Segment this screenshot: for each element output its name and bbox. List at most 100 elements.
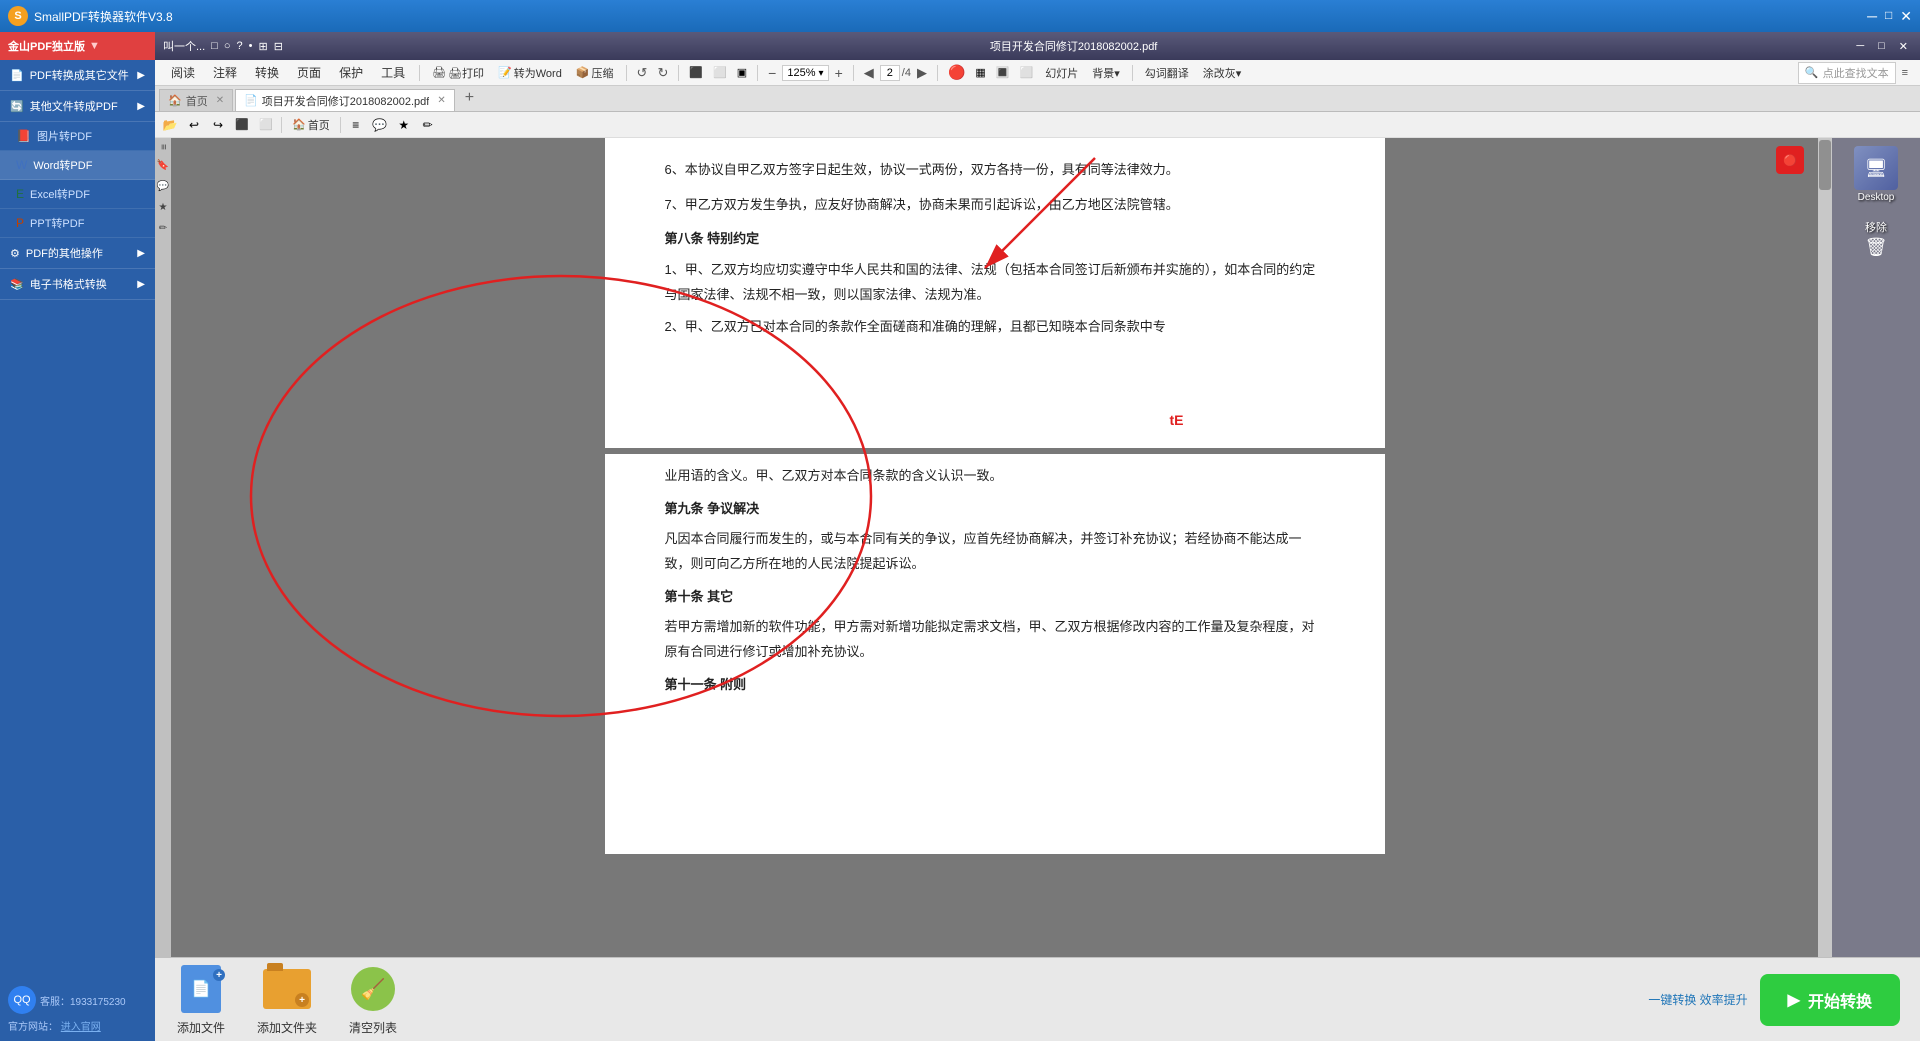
btn-list-view[interactable]: ≡ — [345, 115, 367, 135]
menu-read[interactable]: 阅读 — [163, 62, 203, 83]
tab-home[interactable]: 🏠 首页 ✕ — [159, 89, 233, 111]
btn-red-mark[interactable]: 🔴 — [944, 62, 969, 83]
sidebar-item-img-to-pdf[interactable]: 📕 图片转PDF — [0, 122, 155, 151]
sidebar-brand: 金山PDF独立版 ▼ — [0, 32, 155, 60]
sidebar-item-pdf-to-other[interactable]: 📄 PDF转换成其它文件 ▶ — [0, 60, 155, 91]
pdf-titlebar-controls: ─ □ ✕ — [1852, 40, 1912, 53]
page-total: /4 — [902, 67, 911, 79]
panel-icon-4[interactable]: ★ — [159, 202, 168, 213]
bottom-action-add-folder[interactable]: + 添加文件夹 — [257, 963, 317, 1036]
btn-grid-view[interactable]: ▦ — [971, 64, 989, 81]
sidebar-item-excel-to-pdf[interactable]: E Excel转PDF — [0, 180, 155, 209]
bottom-bar: + 📄 添加文件 + 添加文件夹 — [155, 957, 1920, 1041]
start-convert-btn[interactable]: ▶ 开始转换 — [1760, 974, 1900, 1026]
panel-icon-2[interactable]: 🔖 — [157, 160, 169, 171]
pdf-minimize-btn[interactable]: ─ — [1852, 40, 1868, 53]
btn-view-light[interactable]: ⬜ — [255, 115, 277, 135]
pdf-page-bottom: 业用语的含义。甲、乙双方对本合同条款的含义认识一致。 第九条 争议解决 凡因本合… — [605, 454, 1385, 854]
remove-area[interactable]: 移除 🗑 — [1865, 219, 1888, 258]
page-content-top: 6、本协议自甲乙双方签字日起生效，协议一式两份，双方各持一份，具有同等法律效力。… — [605, 138, 1385, 358]
pdf-pages: 6、本协议自甲乙双方签字日起生效，协议一式两份，双方各持一份，具有同等法律效力。… — [171, 138, 1818, 957]
bottom-action-add-file[interactable]: + 📄 添加文件 — [175, 963, 227, 1036]
pdf-content-wrapper: ≡ 🔖 💬 ★ ✏ 6、本协议自甲乙双方签字日起生效，协议一式两份，双方各持一份… — [155, 138, 1920, 957]
pdf-scrollbar[interactable] — [1818, 138, 1832, 957]
pdf-doc-title: 项目开发合同修订2018082002.pdf — [295, 38, 1852, 54]
menu-tools[interactable]: 工具 — [373, 62, 413, 83]
btn-undo2[interactable]: ↩ — [183, 115, 205, 135]
sidebar-item-word-to-pdf[interactable]: W Word转PDF — [0, 151, 155, 180]
btn-slideshow[interactable]: 幻灯片 — [1039, 63, 1084, 83]
panel-icon-3[interactable]: 💬 — [157, 181, 169, 192]
btn-view-dark[interactable]: ⬛ — [231, 115, 253, 135]
btn-translate[interactable]: 勾词翻译 — [1139, 63, 1195, 83]
pdf-close-btn[interactable]: ✕ — [1895, 40, 1912, 53]
red-marker-btn[interactable]: 🔴 — [1776, 146, 1804, 174]
left-sidebar: 金山PDF独立版 ▼ 📄 PDF转换成其它文件 ▶ 🔄 其他文件转成PDF ▶ … — [0, 32, 155, 1041]
page-number-input[interactable]: 2 — [880, 65, 900, 81]
sidebar-item-ppt-to-pdf[interactable]: P PPT转PDF — [0, 209, 155, 238]
tab-pdf-doc[interactable]: 📄 项目开发合同修订2018082002.pdf ✕ — [235, 89, 455, 111]
page-next-btn[interactable]: ▶ — [913, 63, 931, 83]
app-minimize-btn[interactable]: ─ — [1867, 8, 1877, 25]
menu-annotate[interactable]: 注释 — [205, 62, 245, 83]
tab-add-btn[interactable]: + — [457, 85, 482, 111]
pdf-titlebar: 叫一个... □ ○ ? • ⊞ ⊟ 项目开发合同修订2018082002.pd… — [155, 32, 1920, 60]
sidebar-item-ebook-convert[interactable]: 📚 电子书格式转换 ▶ — [0, 269, 155, 300]
bottom-action-clear-list[interactable]: 🧹 清空列表 — [347, 963, 399, 1036]
section9-title: 第九条 争议解决 — [665, 497, 1325, 522]
zoom-in-btn[interactable]: + — [831, 63, 847, 83]
tab-home-close[interactable]: ✕ — [216, 95, 224, 106]
tab-pdf-close[interactable]: ✕ — [437, 95, 445, 106]
btn-comment[interactable]: 💬 — [369, 115, 391, 135]
app-titlebar: S SmallPDF转换器软件V3.8 ─ □ ✕ — [0, 0, 1920, 32]
panel-icon-1[interactable]: ≡ — [158, 144, 169, 150]
btn-home[interactable]: 🏠 首页 — [286, 115, 336, 135]
btn-redo[interactable]: ↻ — [653, 63, 672, 83]
desktop-icon-img: 🖥 — [1854, 146, 1898, 190]
app-titlebar-controls: ─ □ ✕ — [1867, 8, 1912, 25]
section8-title: 第八条 特别约定 — [665, 227, 1325, 252]
text-annotation-te: tE — [1170, 412, 1184, 428]
section11-title: 第十一条 附则 — [665, 673, 1325, 698]
pdf-tab-bar: 🏠 首页 ✕ 📄 项目开发合同修订2018082002.pdf ✕ + — [155, 86, 1920, 112]
btn-view1[interactable]: ⬛ — [685, 64, 707, 81]
pdf-toolbar2: 📂 ↩ ↪ ⬛ ⬜ 🏠 首页 ≡ 💬 ★ ✏ — [155, 112, 1920, 138]
zoom-display[interactable]: 125% ▾ — [782, 65, 828, 81]
btn-view2[interactable]: ⬜ — [709, 64, 731, 81]
btn-full[interactable]: ⬜ — [1016, 64, 1038, 81]
desktop-icon[interactable]: 🖥 Desktop — [1854, 146, 1898, 203]
sidebar-item-other-to-pdf[interactable]: 🔄 其他文件转成PDF ▶ — [0, 91, 155, 122]
menu-page[interactable]: 页面 — [289, 62, 329, 83]
btn-print[interactable]: 🖨 🖨打印 — [426, 63, 490, 83]
btn-select[interactable]: 🔳 — [992, 64, 1014, 81]
zoom-out-btn[interactable]: − — [764, 63, 780, 83]
btn-to-word[interactable]: 📝 转为Word — [492, 63, 568, 83]
btn-favorite[interactable]: ★ — [393, 115, 415, 135]
btn-erase[interactable]: 涂改灰▾ — [1197, 63, 1248, 83]
sidebar-item-pdf-other-ops[interactable]: ⚙ PDF的其他操作 ▶ — [0, 238, 155, 269]
bottom-hint: 一键转换 效率提升 — [1648, 991, 1747, 1008]
menu-protect[interactable]: 保护 — [331, 62, 371, 83]
pdf-restore-btn[interactable]: □ — [1874, 40, 1889, 53]
sidebar-footer: QQ 客服：1933175230 官方网站： 进入官网 — [0, 978, 155, 1041]
pdf-viewer: 叫一个... □ ○ ? • ⊞ ⊟ 项目开发合同修订2018082002.pd… — [155, 32, 1920, 1041]
panel-icon-5[interactable]: ✏ — [159, 223, 167, 234]
desktop-icon-label: Desktop — [1858, 192, 1895, 203]
btn-open-file[interactable]: 📂 — [159, 115, 181, 135]
btn-compress[interactable]: 📦 压缩 — [570, 63, 620, 83]
scrollbar-thumb[interactable] — [1819, 140, 1831, 190]
app-title: SmallPDF转换器软件V3.8 — [34, 8, 1867, 25]
btn-view3[interactable]: ▣ — [733, 64, 751, 81]
app-close-btn[interactable]: ✕ — [1900, 8, 1912, 25]
btn-sidebar-toggle[interactable]: ≡ — [1898, 65, 1912, 81]
app-maximize-btn[interactable]: □ — [1885, 8, 1892, 25]
btn-edit[interactable]: ✏ — [417, 115, 439, 135]
sidebar-website-link[interactable]: 进入官网 — [61, 1022, 101, 1033]
menu-convert[interactable]: 转换 — [247, 62, 287, 83]
btn-bg[interactable]: 背景▾ — [1086, 63, 1126, 83]
btn-undo[interactable]: ↺ — [633, 63, 652, 83]
btn-redo2[interactable]: ↪ — [207, 115, 229, 135]
page-prev-btn[interactable]: ◀ — [860, 63, 878, 83]
search-box[interactable]: 🔍 点此查找文本 — [1798, 62, 1896, 84]
pdf-titlebar-extra: 叫一个... □ ○ ? • ⊞ ⊟ — [163, 38, 283, 54]
